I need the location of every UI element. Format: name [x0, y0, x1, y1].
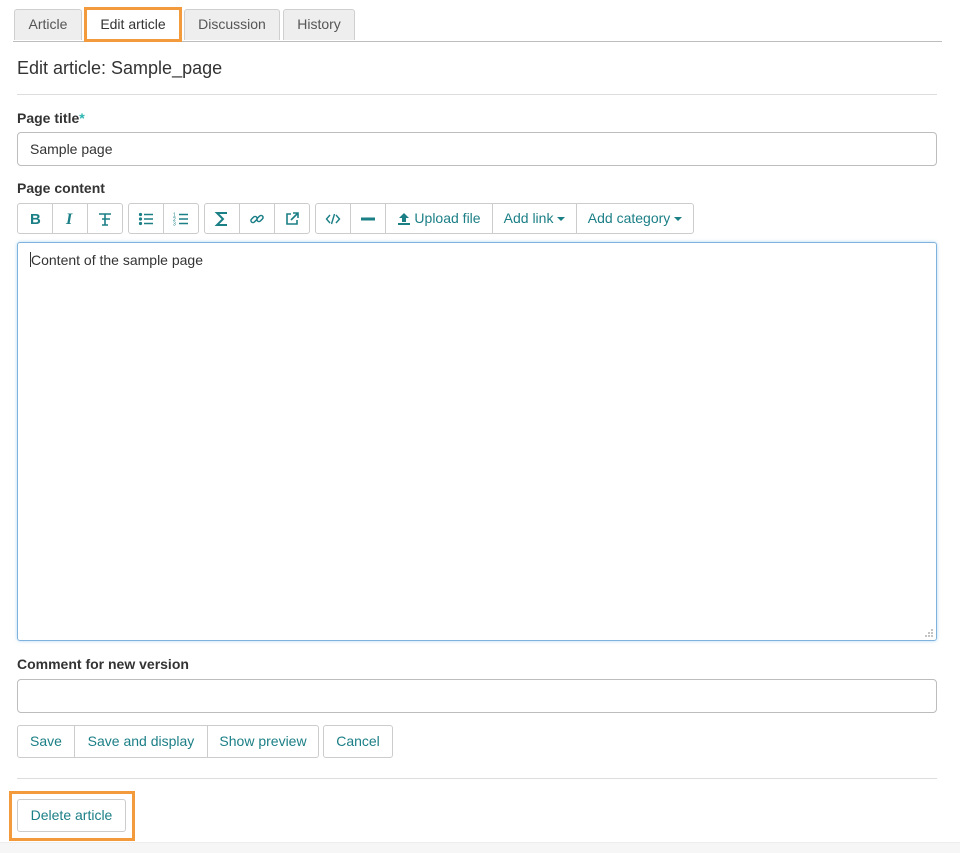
page-title: Edit article: Sample_page — [17, 58, 223, 78]
divider — [17, 778, 937, 779]
footer-strip — [0, 842, 960, 853]
page-title-input[interactable] — [17, 132, 937, 166]
save-button[interactable]: Save — [17, 725, 75, 758]
add-link-label: Add link — [503, 210, 554, 226]
numbered-list-icon: 1 2 3 — [173, 213, 188, 228]
add-category-dropdown[interactable]: Add category — [576, 203, 694, 234]
upload-file-button[interactable]: Upload file — [385, 203, 493, 234]
heading-button[interactable] — [87, 203, 123, 234]
link-button[interactable] — [239, 203, 275, 234]
external-link-button[interactable] — [274, 203, 310, 234]
page-content-label: Page content — [17, 180, 105, 196]
page-title-label-text: Page title — [17, 110, 80, 126]
comment-input[interactable] — [17, 679, 937, 713]
tab-discussion[interactable]: Discussion — [184, 9, 280, 40]
tab-article[interactable]: Article — [14, 9, 82, 40]
required-mark: * — [79, 110, 85, 126]
comment-label: Comment for new version — [17, 656, 189, 672]
add-category-label: Add category — [587, 210, 671, 226]
save-and-display-button[interactable]: Save and display — [74, 725, 208, 758]
external-link-icon — [286, 212, 299, 226]
add-link-dropdown[interactable]: Add link — [492, 203, 577, 234]
show-preview-button[interactable]: Show preview — [207, 725, 319, 758]
formula-button[interactable] — [204, 203, 240, 234]
delete-article-button[interactable]: Delete article — [17, 799, 126, 832]
numbered-list-button[interactable]: 1 2 3 — [163, 203, 199, 234]
bullet-list-button[interactable] — [128, 203, 164, 234]
italic-icon: I — [65, 211, 73, 228]
bullet-list-icon — [138, 213, 153, 226]
caret-down-icon — [674, 217, 683, 222]
horizontal-rule-button[interactable] — [350, 203, 386, 234]
upload-file-label: Upload file — [414, 210, 481, 226]
tab-edit-article[interactable]: Edit article — [85, 9, 181, 41]
link-icon — [250, 214, 264, 224]
cancel-button[interactable]: Cancel — [323, 725, 393, 758]
upload-icon — [398, 213, 411, 226]
bold-button[interactable]: B — [17, 203, 53, 234]
heading-icon — [99, 213, 111, 227]
resize-grip-icon[interactable] — [924, 628, 934, 638]
horizontal-rule-icon — [361, 217, 375, 221]
sum-icon — [214, 212, 227, 227]
code-icon — [325, 214, 341, 225]
caret-down-icon — [557, 217, 566, 222]
svg-text:3: 3 — [173, 222, 176, 228]
page-title-label: Page title* — [17, 109, 85, 127]
italic-button[interactable]: I — [52, 203, 88, 234]
code-button[interactable] — [315, 203, 351, 234]
divider — [17, 94, 937, 95]
page-content-editor[interactable]: Content of the sample page — [17, 242, 937, 641]
edit-article-page: Article Edit article Discussion History … — [0, 0, 960, 853]
svg-text:I: I — [65, 211, 73, 227]
page-content-text: Content of the sample page — [31, 252, 204, 268]
tab-history[interactable]: History — [283, 9, 355, 40]
article-tabs: Article Edit article Discussion History — [13, 0, 942, 42]
svg-text:B: B — [30, 211, 41, 227]
bold-icon: B — [30, 211, 41, 228]
